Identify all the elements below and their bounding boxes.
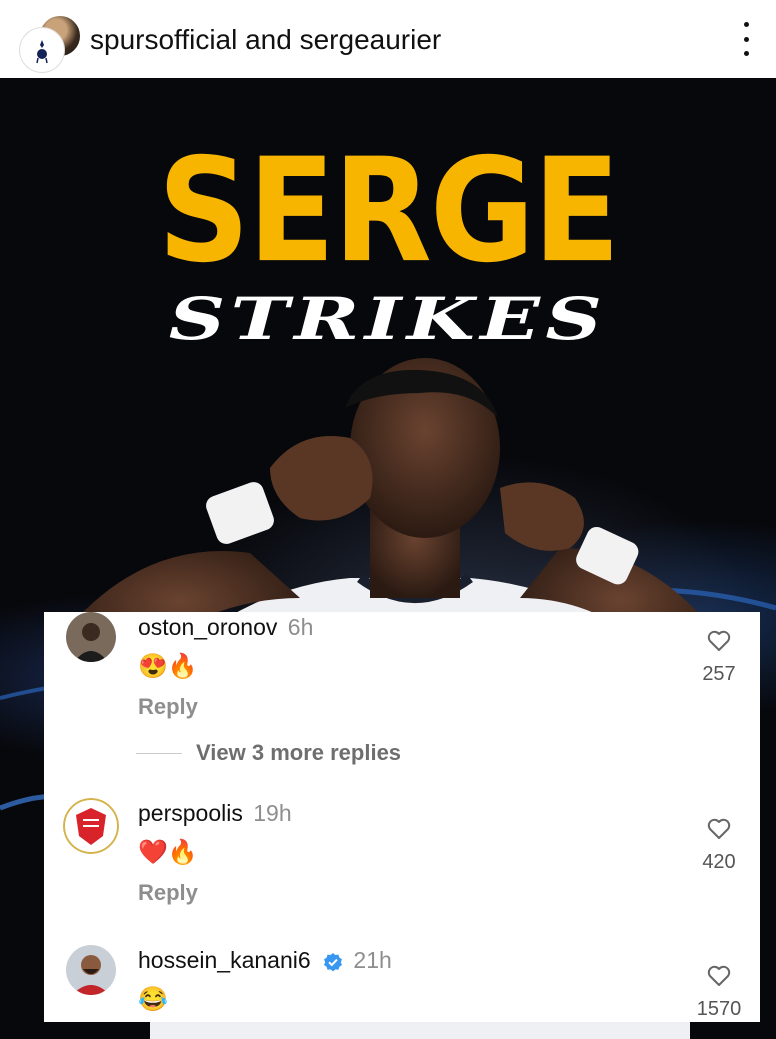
comment-username[interactable]: hossein_kanani6	[138, 947, 311, 973]
like-group: 420	[694, 818, 744, 874]
comment-header: perspoolis 19h	[138, 800, 292, 827]
avatar[interactable]	[66, 612, 116, 662]
comment-time: 19h	[253, 800, 292, 826]
comment-username[interactable]: perspoolis	[138, 800, 243, 826]
comment-username[interactable]: oston_oronov	[138, 614, 277, 640]
comment-text: 😂	[138, 986, 168, 1013]
like-group: 1570	[694, 965, 744, 1021]
collab-avatars[interactable]	[20, 14, 82, 72]
heart-icon[interactable]	[707, 818, 731, 840]
spurs-cockerel-icon	[36, 40, 48, 64]
post-title-sub: STRIKES	[168, 285, 608, 353]
comment-header: hossein_kanani6 21h	[138, 947, 392, 974]
authors-connector: and	[245, 24, 292, 55]
account-link-spursofficial[interactable]: spursofficial	[90, 24, 237, 55]
comment-text: 😍🔥	[138, 653, 198, 680]
comments-panel: oston_oronov 6h 😍🔥 Reply 257 View 3 more…	[44, 612, 760, 1022]
like-count: 1570	[696, 998, 742, 1020]
more-options-icon[interactable]	[740, 22, 752, 56]
view-more-replies-label: View 3 more replies	[196, 740, 402, 765]
comment-time: 6h	[287, 614, 314, 640]
like-count: 257	[702, 663, 736, 685]
reply-button[interactable]: Reply	[138, 694, 198, 720]
heart-icon[interactable]	[707, 965, 731, 987]
avatar[interactable]	[63, 798, 119, 854]
like-group: 257	[694, 630, 744, 686]
comment-header: oston_oronov 6h	[138, 614, 313, 641]
view-more-replies[interactable]: View 3 more replies	[136, 740, 401, 766]
reply-button[interactable]: Reply	[138, 880, 198, 906]
post-title-main: SERGE	[157, 128, 621, 295]
account-link-sergeaurier[interactable]: sergeaurier	[300, 24, 442, 55]
divider	[136, 752, 182, 754]
like-count: 420	[702, 851, 736, 873]
post-authors: spursofficial and sergeaurier	[90, 24, 441, 56]
comment-text: ❤️🔥	[138, 839, 198, 866]
avatar-spursofficial[interactable]	[20, 28, 64, 72]
post-header: spursofficial and sergeaurier	[0, 0, 776, 78]
heart-icon[interactable]	[707, 630, 731, 652]
avatar[interactable]	[66, 945, 116, 995]
comment-time: 21h	[353, 947, 392, 973]
verified-badge-icon	[324, 952, 343, 972]
